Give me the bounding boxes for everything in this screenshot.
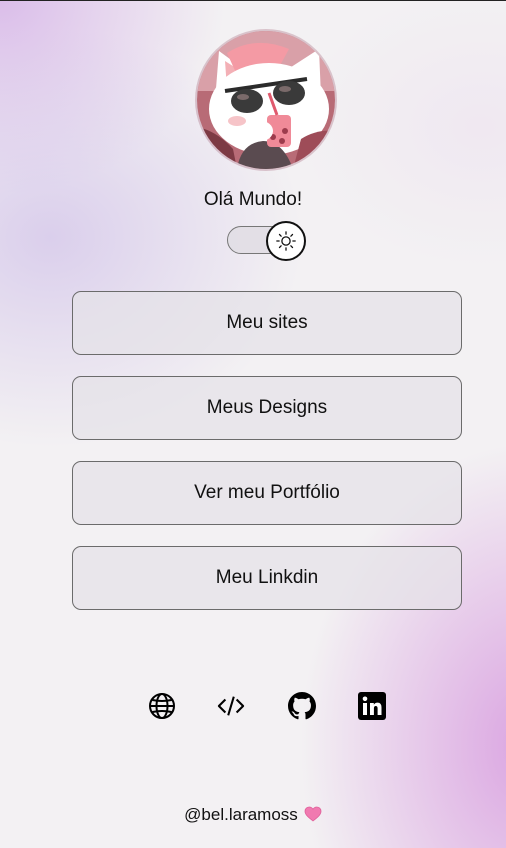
link-button-label: Meu Linkdin bbox=[215, 567, 319, 588]
sun-icon bbox=[276, 231, 296, 251]
link-button-label: Meu sites bbox=[226, 312, 308, 333]
link-button-meu-sites[interactable]: Meu sites bbox=[72, 291, 462, 355]
linkedin-icon[interactable] bbox=[358, 692, 386, 720]
greeting-text: Olá Mundo! bbox=[203, 189, 303, 210]
github-icon[interactable] bbox=[288, 692, 316, 720]
link-button-label: Ver meu Portfólio bbox=[194, 482, 340, 503]
theme-toggle-knob[interactable] bbox=[266, 221, 306, 261]
link-button-meus-designs[interactable]: Meus Designs bbox=[72, 376, 462, 440]
link-button-label: Meus Designs bbox=[206, 397, 328, 418]
profile-avatar bbox=[197, 31, 335, 169]
pink-heart-icon bbox=[304, 806, 322, 827]
link-button-portfolio[interactable]: Ver meu Portfólio bbox=[72, 461, 462, 525]
globe-icon[interactable] bbox=[148, 692, 176, 720]
link-button-linkedin[interactable]: Meu Linkdin bbox=[72, 546, 462, 610]
top-border bbox=[0, 0, 506, 1]
footer-handle: @bel.laramoss bbox=[184, 805, 298, 824]
cat-avatar-image bbox=[197, 31, 335, 169]
footer: @bel.laramoss bbox=[0, 805, 506, 827]
code-icon[interactable] bbox=[217, 692, 245, 720]
